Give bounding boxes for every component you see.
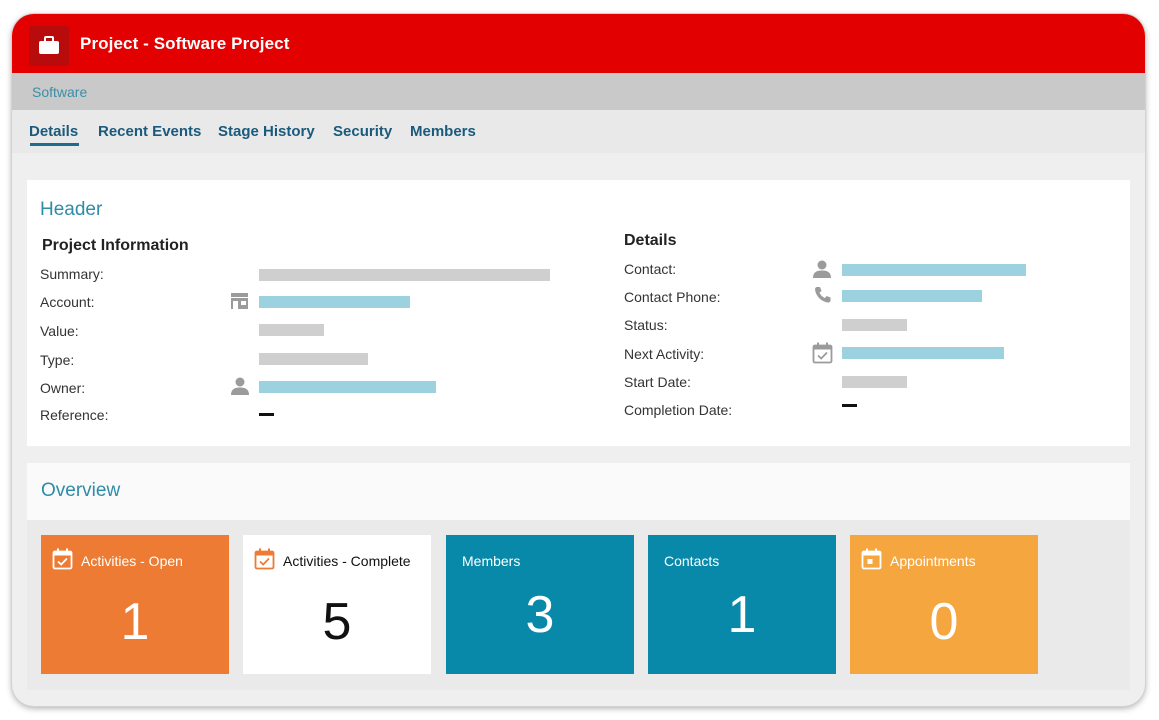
app-window: Project - Software Project Software Deta… bbox=[12, 14, 1145, 706]
status-value bbox=[842, 319, 907, 331]
breadcrumb-link-software[interactable]: Software bbox=[32, 84, 87, 100]
phone-icon bbox=[814, 286, 832, 309]
tile-count: 5 bbox=[322, 593, 352, 651]
reference-empty-value bbox=[259, 413, 274, 416]
calendar-icon bbox=[861, 548, 882, 575]
header-card: Header Project Information Summary: Acco… bbox=[27, 180, 1130, 446]
overview-header: Overview bbox=[27, 463, 1130, 520]
tile-count: 3 bbox=[525, 586, 555, 644]
page-title: Project - Software Project bbox=[80, 34, 290, 53]
tab-details[interactable]: Details bbox=[29, 123, 80, 146]
calendar-check-icon bbox=[52, 548, 73, 575]
store-icon bbox=[230, 293, 249, 315]
summary-value bbox=[259, 269, 550, 281]
details-heading: Details bbox=[624, 232, 677, 249]
type-label: Type: bbox=[40, 352, 75, 368]
summary-label: Summary: bbox=[40, 266, 104, 282]
contact-phone-link[interactable] bbox=[842, 290, 982, 302]
tile-label: Activities - Open bbox=[81, 553, 183, 569]
tile-activities-complete[interactable]: Activities - Complete 5 bbox=[243, 535, 431, 674]
calendar-check-icon bbox=[254, 548, 275, 575]
tile-count: 0 bbox=[929, 593, 959, 651]
calendar-check-icon bbox=[812, 342, 833, 369]
value-label: Value: bbox=[40, 323, 79, 339]
tile-members[interactable]: Members 3 bbox=[446, 535, 634, 674]
start-date-label: Start Date: bbox=[624, 374, 691, 390]
tile-appointments[interactable]: Appointments 0 bbox=[850, 535, 1038, 674]
account-link[interactable] bbox=[259, 296, 410, 308]
completion-date-empty-value bbox=[842, 404, 857, 407]
tile-contacts[interactable]: Contacts 1 bbox=[648, 535, 836, 674]
start-date-value bbox=[842, 376, 907, 388]
header-section-title: Header bbox=[40, 199, 103, 220]
tile-count: 1 bbox=[727, 586, 757, 644]
next-activity-link[interactable] bbox=[842, 347, 1004, 359]
contact-label: Contact: bbox=[624, 261, 677, 277]
owner-link[interactable] bbox=[259, 381, 436, 393]
tab-security[interactable]: Security bbox=[333, 123, 392, 140]
tile-label: Appointments bbox=[890, 553, 976, 569]
overview-section-title: Overview bbox=[41, 480, 121, 501]
contact-link[interactable] bbox=[842, 264, 1026, 276]
briefcase-icon bbox=[29, 26, 69, 66]
project-information-heading: Project Information bbox=[42, 237, 189, 254]
account-label: Account: bbox=[40, 294, 95, 310]
tab-recent-events[interactable]: Recent Events bbox=[98, 123, 201, 140]
completion-date-label: Completion Date: bbox=[624, 402, 733, 418]
status-label: Status: bbox=[624, 317, 668, 333]
tile-label: Activities - Complete bbox=[283, 553, 411, 569]
reference-label: Reference: bbox=[40, 407, 109, 423]
tile-activities-open[interactable]: Activities - Open 1 bbox=[41, 535, 229, 674]
owner-label: Owner: bbox=[40, 380, 86, 396]
tile-count: 1 bbox=[120, 593, 150, 651]
person-icon bbox=[812, 259, 832, 284]
tab-bar: Details Recent Events Stage History Secu… bbox=[12, 110, 1145, 153]
tile-label: Members bbox=[462, 553, 521, 569]
tab-stage-history[interactable]: Stage History bbox=[218, 123, 315, 140]
value-value bbox=[259, 324, 324, 336]
breadcrumb: Software bbox=[12, 73, 1145, 110]
tab-members[interactable]: Members bbox=[410, 123, 476, 140]
person-icon bbox=[230, 376, 250, 401]
next-activity-label: Next Activity: bbox=[624, 346, 705, 362]
title-bar: Project - Software Project bbox=[12, 14, 1145, 73]
contact-phone-label: Contact Phone: bbox=[624, 289, 721, 305]
type-value bbox=[259, 353, 368, 365]
tile-label: Contacts bbox=[664, 553, 720, 569]
